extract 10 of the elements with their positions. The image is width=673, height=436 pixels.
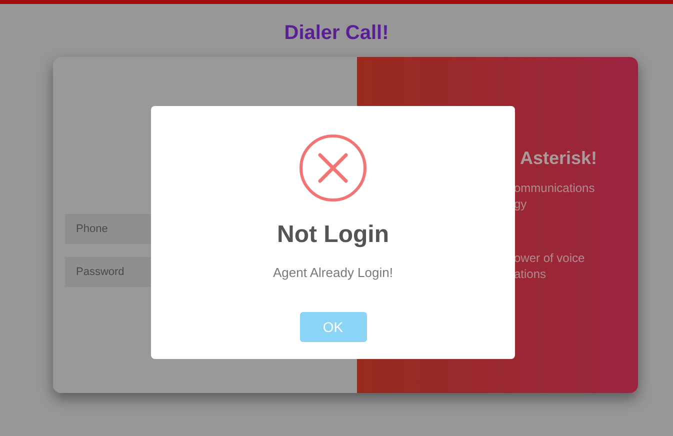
panel-heading: Asterisk!	[520, 147, 598, 170]
ok-button[interactable]: OK	[300, 312, 366, 342]
error-icon	[299, 134, 367, 202]
panel-text: ower of voice	[514, 250, 586, 266]
dialog-message: Agent Already Login!	[273, 264, 393, 282]
panel-text: ations	[514, 266, 548, 282]
dialog-title: Not Login	[277, 220, 389, 250]
page-title: Dialer Call!	[284, 21, 389, 45]
panel-text: ommunications	[514, 180, 596, 196]
panel-text: gy	[514, 196, 528, 212]
